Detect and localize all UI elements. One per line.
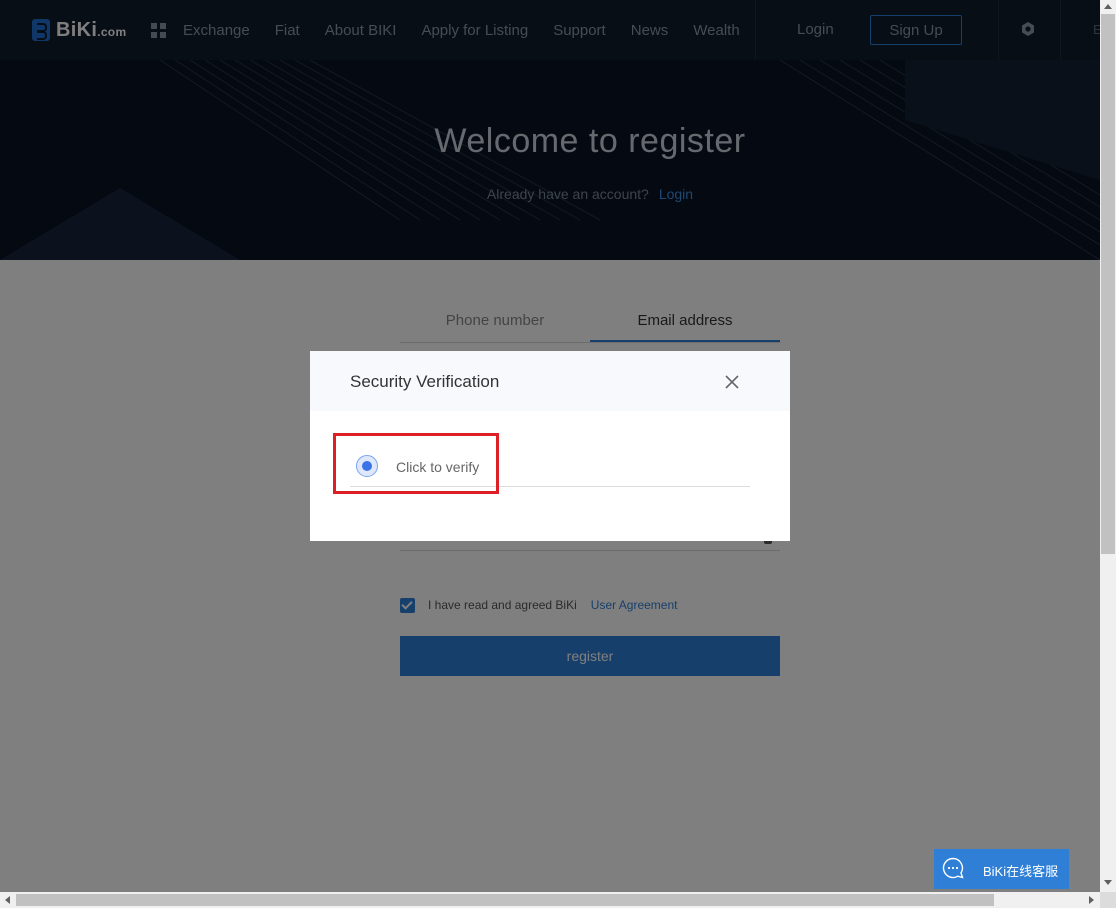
horizontal-scrollbar-thumb[interactable] <box>16 894 994 906</box>
chat-bubble-icon <box>942 857 964 879</box>
close-icon[interactable] <box>724 374 740 390</box>
page: BiKi.com Exchange Fiat About BIKI Apply … <box>0 0 1100 892</box>
dialog-title: Security Verification <box>350 372 500 391</box>
scrollbar-corner <box>1100 892 1116 908</box>
chat-label: BiKi在线客服 <box>983 864 1059 879</box>
vertical-scrollbar-thumb[interactable] <box>1101 14 1115 554</box>
scroll-left-arrow-icon[interactable] <box>5 896 10 904</box>
dialog-header: Security Verification <box>310 351 790 411</box>
scroll-right-arrow-icon[interactable] <box>1089 896 1094 904</box>
highlight-box <box>333 433 499 494</box>
scroll-up-arrow-icon[interactable] <box>1104 4 1112 9</box>
online-support-chat[interactable]: BiKi在线客服 <box>934 849 1069 889</box>
scroll-down-arrow-icon[interactable] <box>1104 880 1112 885</box>
